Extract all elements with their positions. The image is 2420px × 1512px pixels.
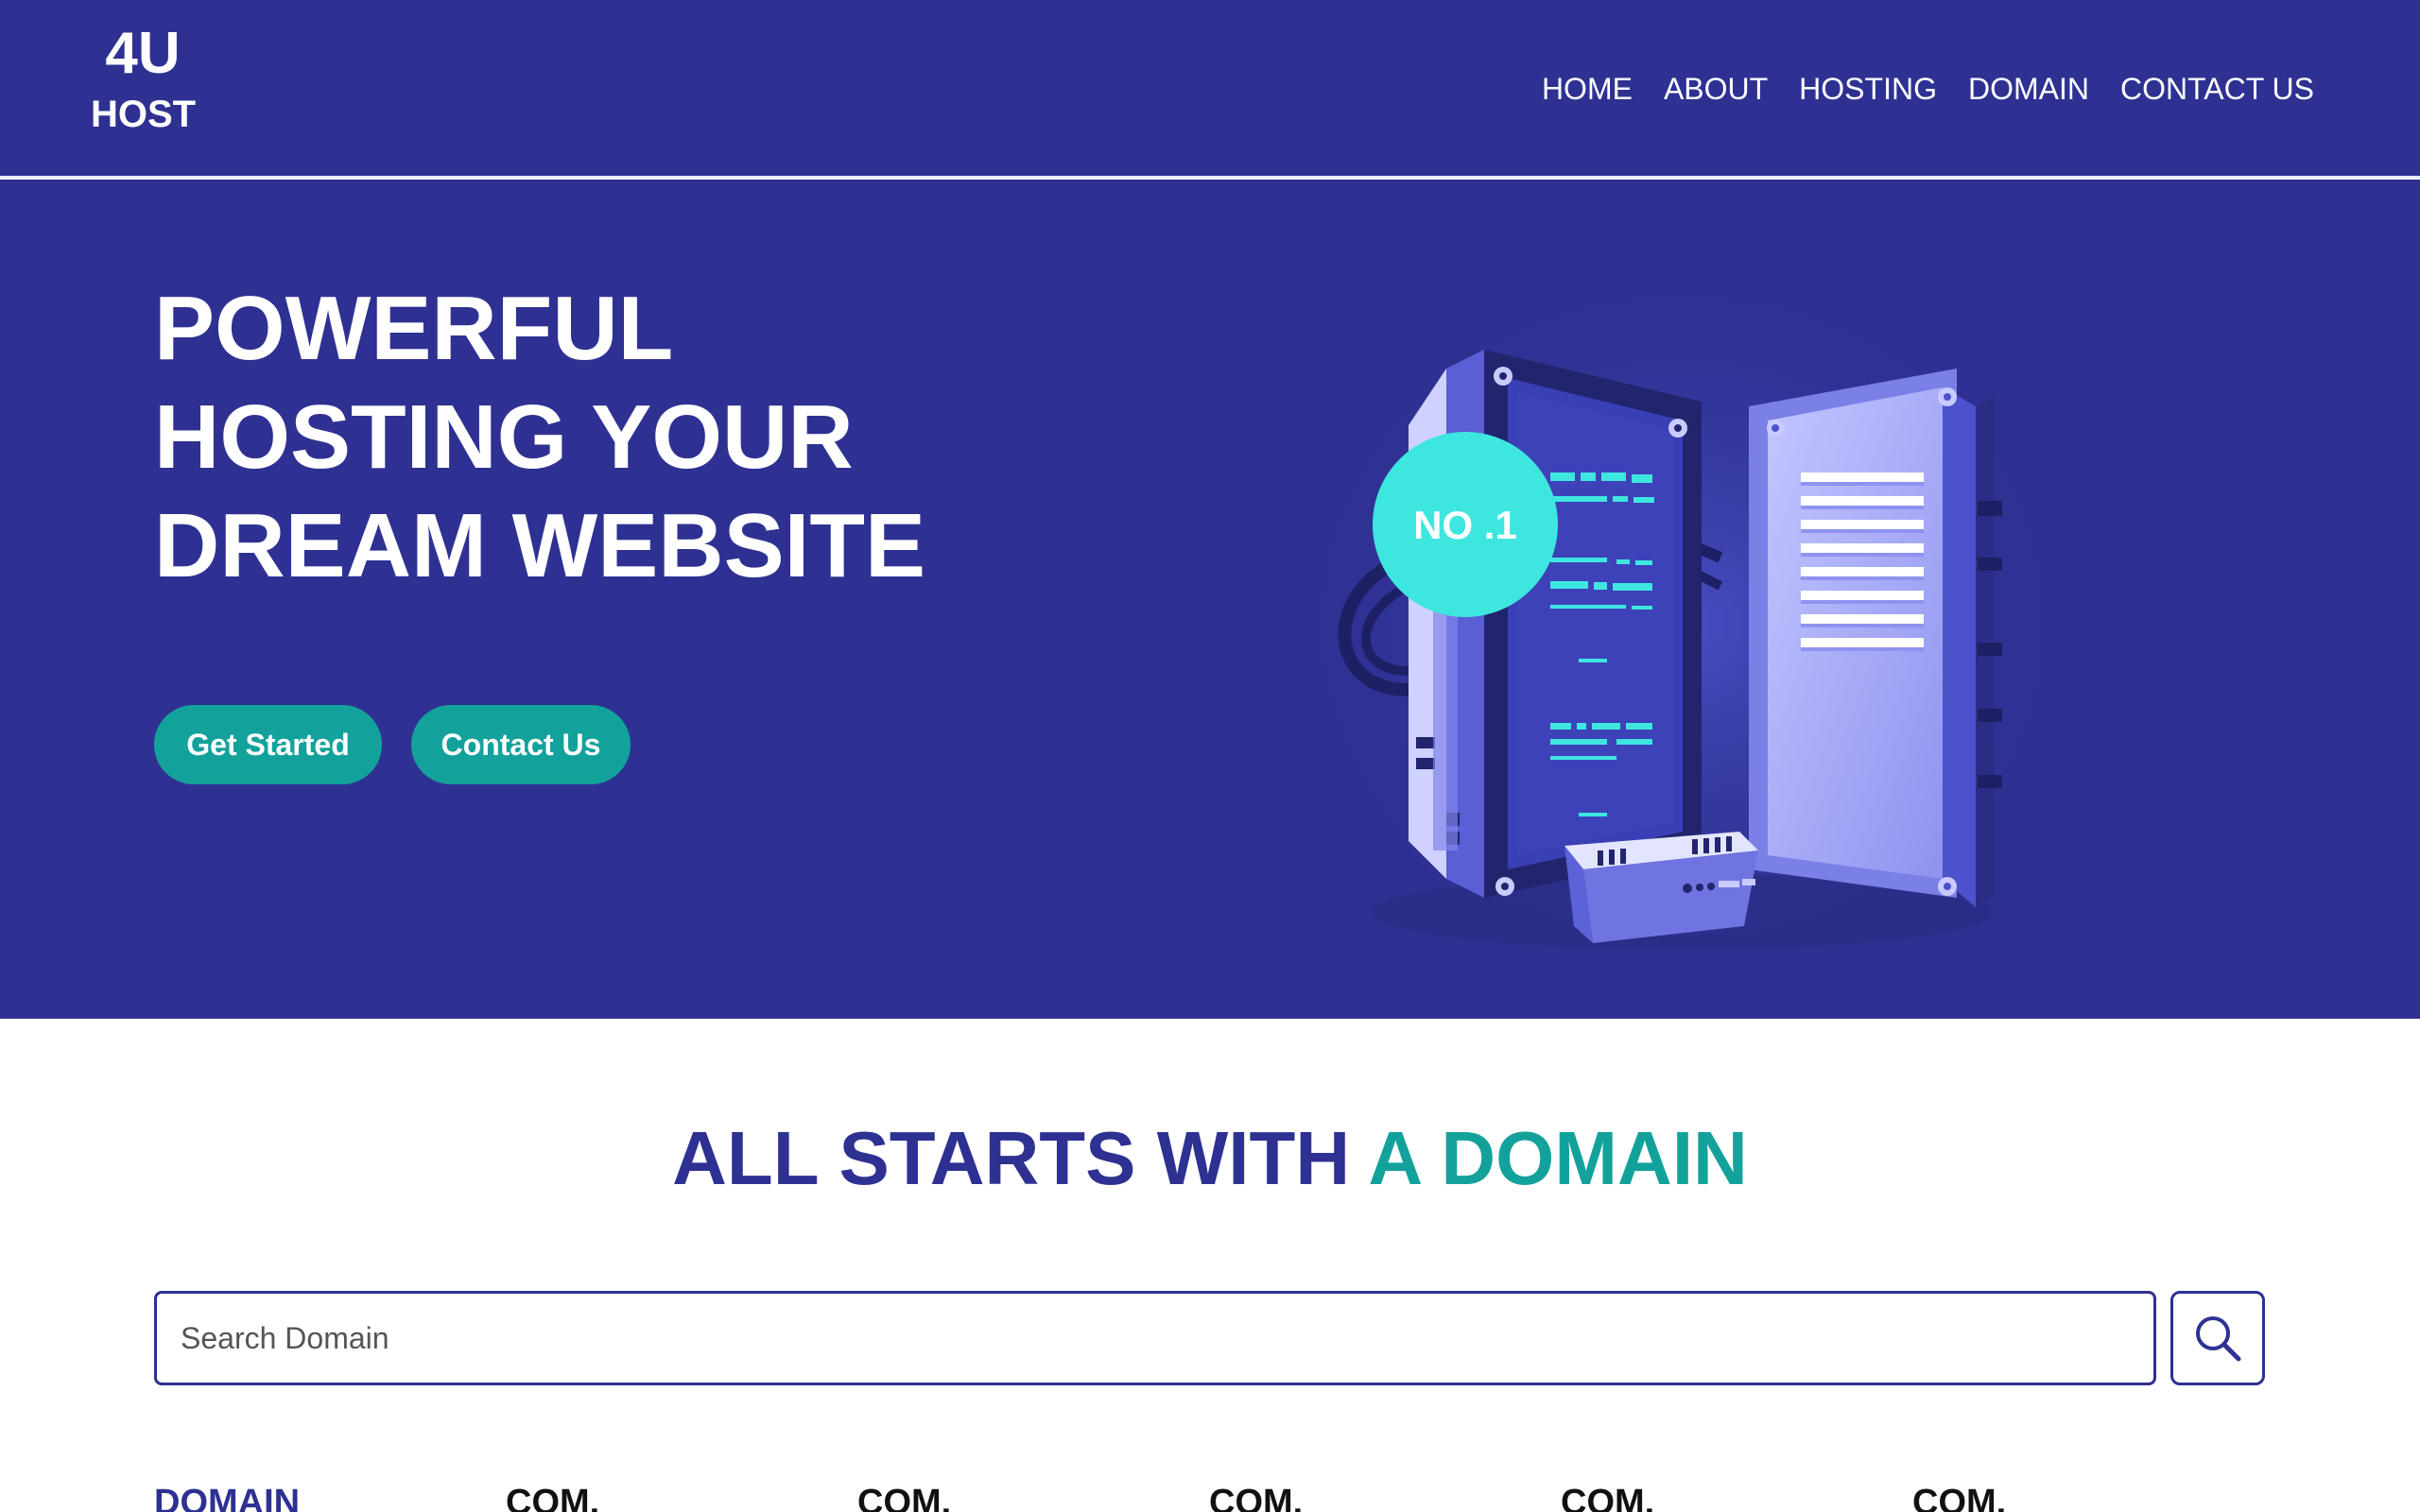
no1-badge-text: NO .1 xyxy=(1413,503,1517,547)
main-nav: HOME ABOUT HOSTING DOMAIN CONTACT US xyxy=(1542,66,2314,112)
domain-search-input[interactable] xyxy=(154,1291,2156,1385)
search-icon xyxy=(2196,1316,2241,1362)
tld-column-header: COM. xyxy=(857,1483,952,1512)
tld-column-header: COM. xyxy=(1912,1483,2007,1512)
navbar: 4U HOST HOME ABOUT HOSTING DOMAIN CONTAC… xyxy=(0,0,2420,178)
hero-title-line: DREAM WEBSITE xyxy=(154,495,925,596)
server-illustration: NO .1 xyxy=(1276,255,2089,992)
brand-logo-line1: 4U xyxy=(105,21,181,86)
domain-table-header: DOMAIN COM. COM. COM. COM. COM. xyxy=(154,1474,2328,1512)
nav-hosting-link[interactable]: HOSTING xyxy=(1799,66,1937,112)
hero-title: POWERFUL HOSTING YOUR DREAM WEBSITE xyxy=(154,274,1005,600)
get-started-button[interactable]: Get Started xyxy=(154,705,382,784)
tld-column-header: COM. xyxy=(506,1483,600,1512)
domain-search-button[interactable] xyxy=(2170,1291,2265,1385)
hero-section: POWERFUL HOSTING YOUR DREAM WEBSITE Get … xyxy=(0,180,2420,1019)
nav-domain-link[interactable]: DOMAIN xyxy=(1968,66,2089,112)
brand-logo[interactable]: 4U HOST xyxy=(91,21,197,138)
brand-logo-line2: HOST xyxy=(91,94,197,135)
domain-title-part1: ALL STARTS WITH xyxy=(672,1116,1351,1200)
tld-column-header: COM. xyxy=(1561,1483,1655,1512)
nav-home-link[interactable]: HOME xyxy=(1542,66,1633,112)
tld-column-header: COM. xyxy=(1209,1483,1304,1512)
hero-title-line: POWERFUL xyxy=(154,278,674,379)
hero-title-line: HOSTING YOUR xyxy=(154,387,854,488)
domain-column-header: DOMAIN xyxy=(154,1483,301,1512)
domain-section-title: ALL STARTS WITH A DOMAIN xyxy=(0,1111,2420,1206)
nav-contact-link[interactable]: CONTACT US xyxy=(2120,66,2314,112)
contact-us-button[interactable]: Contact Us xyxy=(411,705,631,784)
nav-about-link[interactable]: ABOUT xyxy=(1664,66,1768,112)
domain-title-part2: A DOMAIN xyxy=(1368,1116,1748,1200)
